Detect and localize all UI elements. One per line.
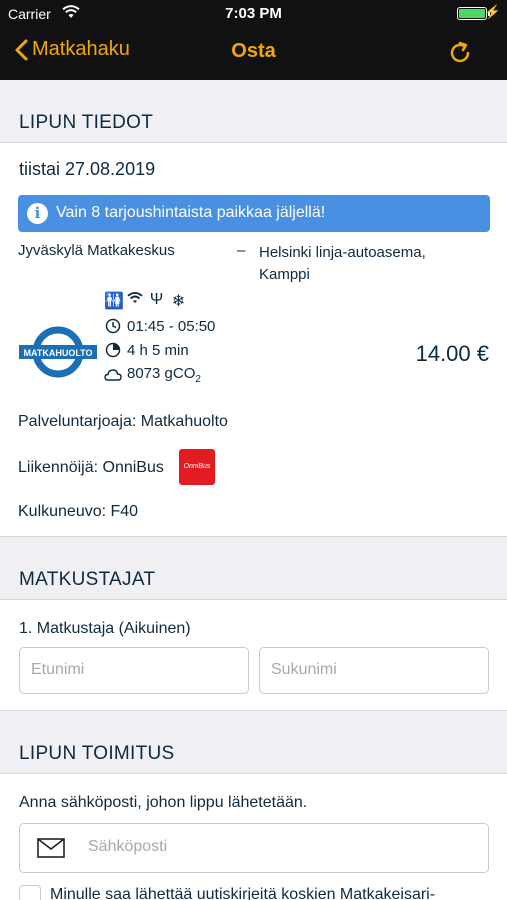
top-bar: Carrier 7:03 PM ⚡ Matkahaku Osta [0,0,507,80]
travellers-section-header: MATKUSTAJAT [0,537,507,599]
service-provider: Palveluntarjoaja: Matkahuolto [18,413,228,430]
matkahuolto-logo: MATKAHUOLTO [19,326,97,378]
email-instruction: Anna sähköposti, johon lippu lähetetään. [19,794,308,811]
ticket-section-title: LIPUN TIEDOT [19,112,154,133]
wc-icon: 🚻 [104,293,124,310]
time-row: 01:45 - 05:50 [104,317,215,335]
emissions-row: 8073 gCO2 [104,365,201,385]
traveller-label: 1. Matkustaja (Aikuinen) [19,620,191,637]
availability-banner: i Vain 8 tarjoushintaista paikkaa jäljel… [18,195,490,232]
departure-station: Jyväskylä Matkakeskus [18,242,175,259]
refresh-icon[interactable] [447,40,473,66]
availability-message: Vain 8 tarjoushintaista paikkaa jäljellä… [56,204,326,221]
wifi-icon [126,291,143,311]
travel-date: tiistai 27.08.2019 [19,159,156,179]
delivery-card: Anna sähköposti, johon lippu lähetetään.… [0,773,507,900]
air-conditioning-icon: ❄ [171,293,186,310]
cloud-icon [104,366,122,384]
arrival-station-line1: Helsinki linja-autoasema, [259,244,426,261]
navigation-bar: Matkahaku Osta [0,28,507,80]
envelope-icon [37,838,65,858]
time-range: 01:45 - 05:50 [127,317,216,335]
ticket-card: tiistai 27.08.2019 i Vain 8 tarjoushinta… [0,142,507,537]
last-name-input[interactable]: Sukunimi [259,647,489,694]
operator: Liikennöijä: OnniBus [18,459,164,476]
clock-icon [104,317,122,335]
battery-icon [457,7,487,20]
matkahuolto-logo-text: MATKAHUOLTO [24,348,93,358]
clock: 7:03 PM [225,5,282,22]
amenities: 🚻 Ψ ❄ [104,291,187,311]
duration-row: 4 h 5 min [104,341,189,359]
delivery-section-title: LIPUN TOIMITUS [19,743,175,764]
emissions-subscript: 2 [195,374,201,385]
newsletter-checkbox[interactable] [19,885,41,900]
duration-icon [104,341,122,359]
vehicle: Kulkuneuvo: F40 [18,503,139,520]
delivery-section-header: LIPUN TOIMITUS [0,711,507,773]
page-title: Osta [231,40,276,62]
emissions-value: 8073 gCO [127,365,196,382]
first-name-input[interactable]: Etunimi [19,647,249,694]
status-bar: Carrier 7:03 PM ⚡ [0,0,507,28]
onnibus-logo: OnniBus [179,449,215,485]
ticket-price: 14.00 € [415,341,489,366]
email-placeholder: Sähköposti [88,838,168,855]
arrival-station-line2: Kamppi [259,266,310,283]
email-field[interactable]: Sähköposti [19,823,489,873]
ticket-section-header: LIPUN TIEDOT [0,80,507,142]
info-icon: i [27,203,48,224]
route-separator: – [237,242,246,259]
usb-icon: Ψ [149,291,164,308]
arrival-station: Helsinki linja-autoasema, Kamppi [259,242,426,286]
charging-icon: ⚡ [484,4,501,19]
travellers-card: 1. Matkustaja (Aikuinen) Etunimi Sukunim… [0,599,507,711]
newsletter-label: Minulle saa lähettää uutiskirjeitä koski… [50,886,436,900]
travellers-section-title: MATKUSTAJAT [19,569,156,590]
emissions: 8073 gCO2 [127,365,201,385]
duration: 4 h 5 min [127,341,189,359]
